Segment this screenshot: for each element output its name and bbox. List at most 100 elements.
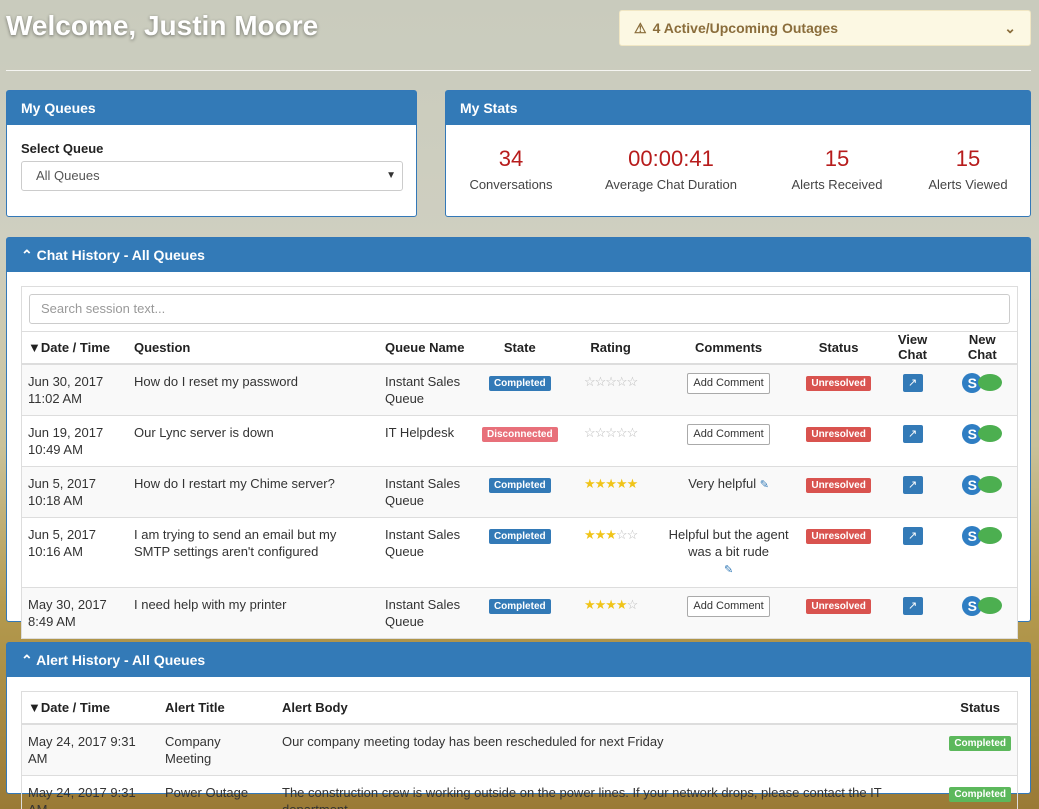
chat-history-toggle[interactable]: ⌃ Chat History - All Queues [7,238,1030,272]
rating-stars[interactable]: ☆☆☆☆☆ [584,374,639,389]
stat-alerts-viewed: 15 Alerts Viewed [916,145,1020,192]
stat-label: Alerts Received [791,177,883,192]
star-icon[interactable]: ★ [605,597,617,612]
cell-view-chat: ↗ [877,516,948,587]
col-header-new-chat[interactable]: New Chat [947,331,1017,365]
col-header-status[interactable]: Status [799,331,878,365]
star-icon[interactable]: ★ [595,476,607,491]
col-header-alert-body[interactable]: Alert Body [276,692,944,725]
star-icon[interactable]: ☆ [595,425,607,440]
cell-alert-status: Completed [943,775,1017,809]
star-icon[interactable]: ★ [584,476,596,491]
add-comment-button[interactable]: Add Comment [687,423,770,445]
edit-icon[interactable]: ✎ [724,564,733,576]
chat-bubble-icon[interactable] [978,597,1003,614]
cell-state: Completed [476,465,564,517]
rating-stars[interactable]: ☆☆☆☆☆ [584,425,639,440]
rating-stars[interactable]: ★★★☆☆ [584,527,639,542]
star-icon[interactable]: ★ [584,597,596,612]
cell-question: I am trying to send an email but my SMTP… [128,516,379,587]
chat-bubble-icon[interactable] [978,374,1003,391]
cell-rating: ☆☆☆☆☆ [563,414,658,466]
col-header-view-chat[interactable]: View Chat [877,331,948,365]
external-link-icon[interactable]: ↗ [902,424,923,443]
star-icon[interactable]: ☆ [616,374,628,389]
external-link-icon[interactable]: ↗ [902,475,923,494]
star-icon[interactable]: ☆ [605,374,617,389]
star-icon[interactable]: ★ [605,527,617,542]
alert-history-toggle[interactable]: ⌃ Alert History - All Queues [7,643,1030,677]
star-icon[interactable]: ★ [584,527,596,542]
star-icon[interactable]: ★ [627,476,639,491]
cell-status: Unresolved [799,414,878,466]
external-link-icon[interactable]: ↗ [902,596,923,615]
status-badge: Completed [949,787,1011,802]
external-link-icon[interactable]: ↗ [902,526,923,545]
alert-history-panel: ⌃ Alert History - All Queues ▼Date / Tim… [6,642,1031,809]
cell-rating: ★★★★☆ [563,586,658,638]
star-icon[interactable]: ☆ [584,374,596,389]
star-icon[interactable]: ☆ [627,425,639,440]
edit-icon[interactable]: ✎ [760,479,769,491]
cell-new-chat: S [947,516,1017,587]
star-icon[interactable]: ★ [616,597,628,612]
star-icon[interactable]: ☆ [627,527,639,542]
star-icon[interactable]: ★ [605,476,617,491]
cell-state: Completed [476,516,564,587]
cell-queue: Instant Sales Queue [379,363,476,415]
external-link-icon[interactable]: ↗ [902,373,923,392]
cell-date: Jun 5, 2017 10:18 AM [22,465,128,517]
table-row: Jun 5, 2017 10:16 AM I am trying to send a… [22,516,1017,587]
cell-alert-date: May 24, 2017 9:31 AM [22,723,159,776]
my-queues-panel: My Queues Select Queue All Queues ▼ [6,90,417,217]
col-header-comments[interactable]: Comments [657,331,800,365]
star-icon[interactable]: ☆ [627,597,639,612]
table-row: May 24, 2017 9:31 AM Company Meeting Our c… [22,723,1017,776]
col-header-queue[interactable]: Queue Name [379,331,476,365]
col-header-state[interactable]: State [476,331,564,365]
star-icon[interactable]: ☆ [595,374,607,389]
col-header-date[interactable]: ▼Date / Time [22,331,128,365]
queue-select-value: All Queues [36,168,100,183]
col-header-alert-date[interactable]: ▼Date / Time [22,692,159,725]
add-comment-button[interactable]: Add Comment [687,372,770,394]
star-icon[interactable]: ★ [595,597,607,612]
col-header-question[interactable]: Question [128,331,379,365]
chevron-up-icon: ⌃ [21,652,33,668]
star-icon[interactable]: ☆ [616,425,628,440]
rating-stars[interactable]: ★★★★☆ [584,597,639,612]
col-header-rating[interactable]: Rating [563,331,658,365]
cell-state: Completed [476,586,564,638]
table-row: Jun 5, 2017 10:18 AM How do I restart my C… [22,465,1017,517]
star-icon[interactable]: ☆ [584,425,596,440]
col-header-alert-title[interactable]: Alert Title [159,692,276,725]
session-search-input[interactable]: Search session text... [29,294,1010,324]
table-row: Jun 30, 2017 11:02 AM How do I reset my pa… [22,363,1017,415]
stat-value: 34 [498,146,524,171]
star-icon[interactable]: ★ [616,476,628,491]
cell-new-chat: S [947,414,1017,466]
add-comment-button[interactable]: Add Comment [687,595,770,617]
stat-value: 15 [955,146,981,171]
star-icon[interactable]: ☆ [605,425,617,440]
cell-comments: Add Comment [657,414,800,466]
star-icon[interactable]: ☆ [627,374,639,389]
table-row: May 24, 2017 9:31 AMPower OutageThe cons… [22,775,1017,809]
chat-bubble-icon[interactable] [978,425,1003,442]
cell-view-chat: ↗ [877,586,948,638]
star-icon[interactable]: ☆ [616,527,628,542]
stat-label: Average Chat Duration [604,177,737,192]
chat-bubble-icon[interactable] [978,476,1003,493]
col-header-alert-status[interactable]: Status [943,692,1017,725]
cell-queue: Instant Sales Queue [379,465,476,517]
outages-dropdown[interactable]: ⚠ 4 Active/Upcoming Outages ⌄ [619,10,1031,46]
select-queue-label: Select Queue [21,141,104,156]
rating-stars[interactable]: ★★★★★ [584,476,639,491]
status-badge: Completed [949,736,1011,751]
chat-bubble-icon[interactable] [978,527,1003,544]
stat-value: 00:00:41 [628,146,714,171]
star-icon[interactable]: ★ [595,527,607,542]
alert-history-table: ▼Date / Time Alert Title Alert Body Stat… [22,692,1017,809]
my-stats-panel: My Stats 34 Conversations 00:00:41 Avera… [445,90,1031,217]
queue-select[interactable]: All Queues ▼ [21,161,403,191]
